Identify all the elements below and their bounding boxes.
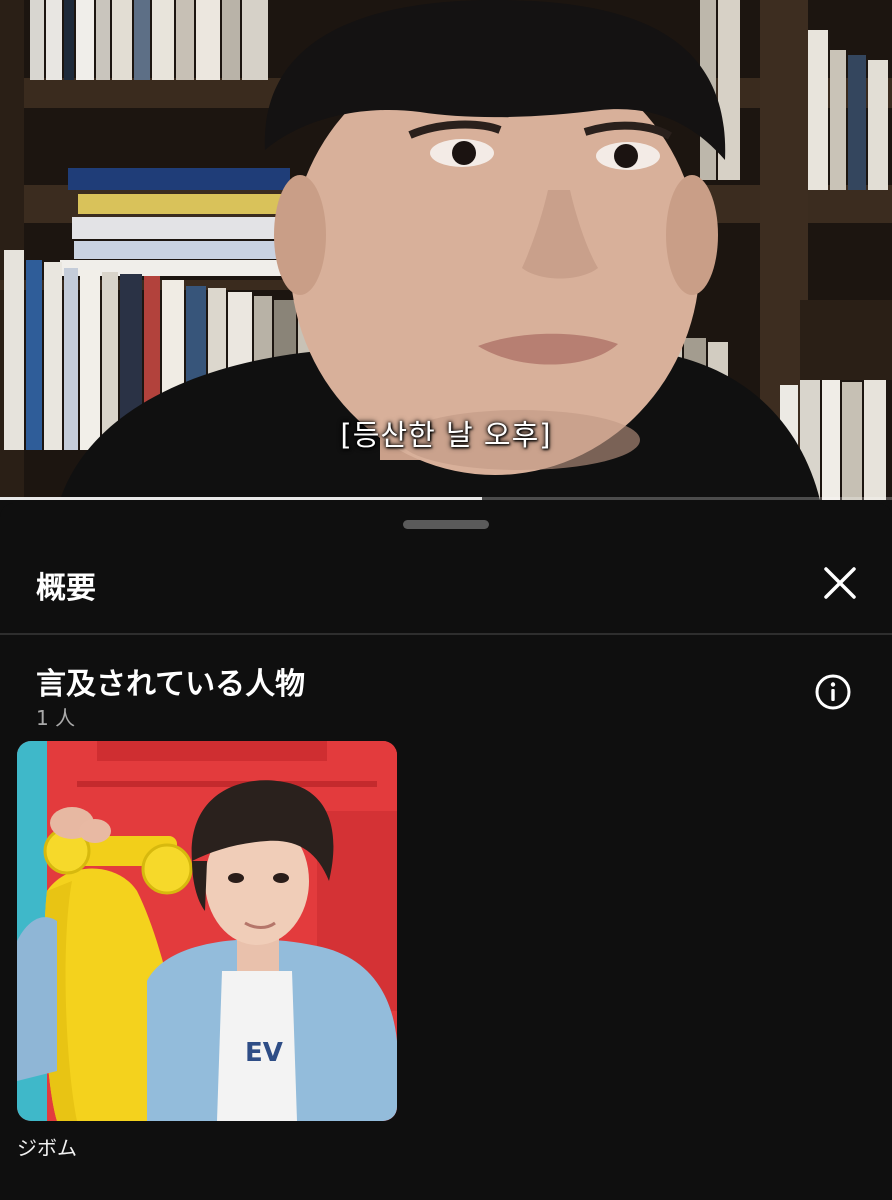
app-screen: [등산한 날 오후] 概要 言及されている人物 1 人 EV ジボム [0,0,892,1200]
description-sheet: 概要 言及されている人物 1 人 EV ジボム [0,503,892,1200]
video-progress-bar[interactable] [0,497,892,500]
close-button[interactable] [814,557,866,609]
person-name[interactable]: ジボム [17,1132,77,1161]
video-progress-fill [0,497,482,500]
person-thumbnail: EV [17,741,397,1121]
section-count: 1 人 [36,706,76,730]
person-card[interactable]: EV [17,741,397,1121]
svg-text:EV: EV [245,1038,283,1068]
sheet-title: 概要 [36,571,96,606]
video-subtitle: [등산한 날 오후] [340,418,552,452]
info-icon [815,674,851,710]
info-button[interactable] [812,671,854,713]
section-title-mentioned-people: 言及されている人物 [36,667,306,702]
close-icon [824,567,856,599]
video-player[interactable]: [등산한 날 오후] [0,0,892,500]
sheet-divider [0,633,892,635]
drag-handle[interactable] [403,520,489,529]
